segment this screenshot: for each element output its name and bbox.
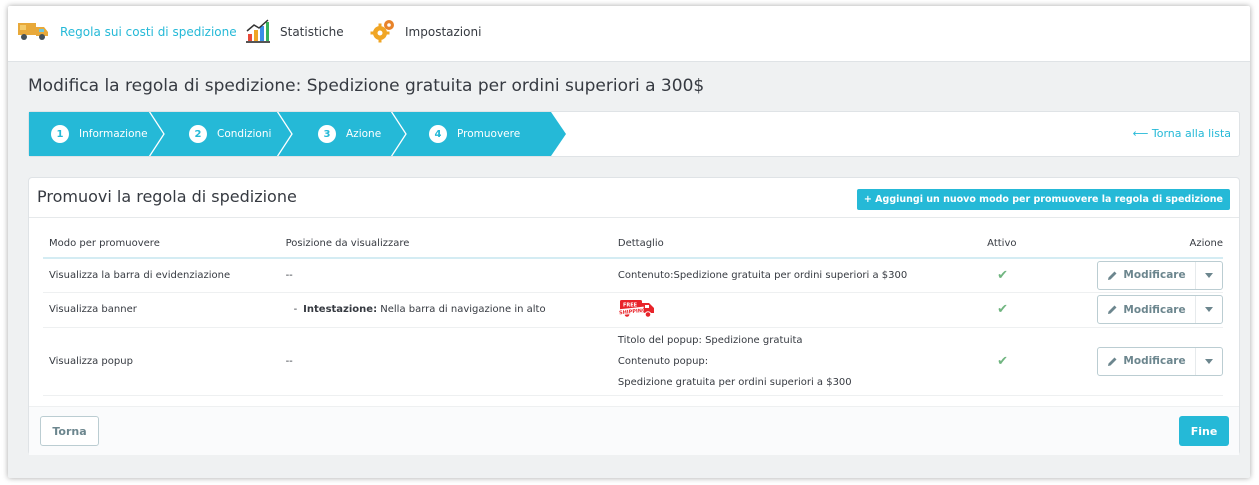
edit-button[interactable]: Modificare — [1098, 347, 1196, 375]
tab-settings-label: Impostazioni — [405, 25, 482, 39]
popup-title-line: Titolo del popup: Spedizione gratuita — [617, 334, 803, 346]
promote-panel: Promuovi la regola di spedizione + Aggiu… — [28, 177, 1240, 455]
action-dropdown: Modificare — [1097, 260, 1223, 290]
delivery-truck-icon — [17, 21, 51, 44]
back-to-list-link[interactable]: ⟵ Torna alla lista — [1133, 127, 1231, 140]
position-cell: -- — [279, 258, 612, 293]
chevron-down-icon[interactable] — [1196, 262, 1222, 289]
chevron-down-icon[interactable] — [1196, 296, 1222, 323]
top-tab-bar: Regola sui costi di spedizione Statistic… — [8, 6, 1250, 62]
column-header: Dettaglio — [611, 230, 982, 259]
edit-button-label: Modificare — [1123, 355, 1186, 367]
pencil-icon — [1107, 356, 1118, 367]
wizard-step-information[interactable]: 1 Informazione — [51, 112, 148, 156]
position-cell: - Intestazione: Nella barra di navigazion… — [279, 292, 612, 328]
panel-footer: Torna Fine — [29, 406, 1239, 455]
active-cell: ✔ — [981, 258, 1091, 293]
tab-settings[interactable]: Impostazioni — [370, 17, 481, 47]
tab-shipping-rules-label: Regola sui costi di spedizione — [60, 25, 237, 39]
promotion-methods-table: Modo per promuovere Posizione da visuali… — [43, 230, 1223, 396]
column-header: Azione — [1091, 230, 1223, 259]
pencil-icon — [1107, 304, 1118, 315]
popup-content-text: Spedizione gratuita per ordini superiori… — [617, 376, 852, 388]
back-button[interactable]: Torna — [40, 416, 99, 446]
action-dropdown: Modificare — [1097, 346, 1223, 376]
check-icon[interactable]: ✔ — [997, 302, 1008, 317]
tab-shipping-rules[interactable]: Regola sui costi di spedizione — [17, 17, 237, 47]
action-dropdown: Modificare — [1097, 295, 1223, 324]
check-icon[interactable]: ✔ — [997, 354, 1008, 369]
step-label: Condizioni — [217, 128, 272, 140]
step-label: Promuovere — [457, 128, 521, 140]
bar-chart-icon — [245, 18, 271, 46]
table-row: Visualizza la barra di evidenziazione --… — [43, 258, 1223, 293]
add-promotion-method-button[interactable]: + Aggiungi un nuovo modo per promuovere … — [856, 189, 1230, 210]
edit-button-label: Modificare — [1123, 303, 1186, 316]
column-header: Posizione da visualizzare — [279, 230, 612, 259]
action-cell: Modificare — [1091, 327, 1223, 396]
edit-button[interactable]: Modificare — [1098, 261, 1196, 289]
position-bullet: - — [293, 304, 298, 315]
panel-header: Promuovi la regola di spedizione + Aggiu… — [29, 178, 1239, 218]
popup-content-label: Contenuto popup: — [617, 355, 709, 367]
step-number: 4 — [429, 125, 447, 143]
wizard-step-promote[interactable]: 4 Promuovere — [429, 112, 520, 156]
active-cell: ✔ — [981, 292, 1091, 328]
step-number: 3 — [318, 125, 336, 143]
action-cell: Modificare — [1091, 292, 1223, 328]
detail-cell: Contenuto:Spedizione gratuita per ordini… — [611, 258, 982, 293]
action-cell: Modificare — [1091, 258, 1223, 293]
finish-button[interactable]: Fine — [1179, 416, 1229, 446]
wizard-step-conditions[interactable]: 2 Condizioni — [189, 112, 271, 156]
step-number: 2 — [189, 125, 207, 143]
page-title: Modifica la regola di spedizione: Spediz… — [28, 76, 705, 96]
gears-icon — [370, 18, 396, 47]
mode-cell: Visualizza banner — [43, 292, 280, 328]
panel-title: Promuovi la regola di spedizione — [37, 187, 297, 206]
step-number: 1 — [51, 125, 69, 143]
tab-statistics[interactable]: Statistiche — [245, 17, 344, 47]
position-label: Intestazione: — [303, 304, 378, 315]
free-shipping-banner-icon: FREE SHIPPING — [617, 297, 658, 322]
active-cell: ✔ — [981, 327, 1091, 396]
column-header: Attivo — [981, 230, 1091, 259]
table-row: Visualizza popup -- Titolo del popup: Sp… — [43, 327, 1223, 396]
detail-cell: Titolo del popup: Spedizione gratuita Co… — [611, 327, 982, 396]
wizard-steps: 1 Informazione 2 Condizioni 3 Azione 4 P… — [28, 111, 1240, 157]
wizard-step-action[interactable]: 3 Azione — [318, 112, 381, 156]
check-icon[interactable]: ✔ — [997, 268, 1008, 283]
mode-cell: Visualizza la barra di evidenziazione — [43, 258, 280, 293]
chevron-down-icon[interactable] — [1196, 348, 1222, 375]
edit-button-label: Modificare — [1123, 269, 1186, 282]
table-header-row: Modo per promuovere Posizione da visuali… — [43, 230, 1223, 259]
app-window: Regola sui costi di spedizione Statistic… — [8, 6, 1250, 478]
position-value: Nella barra di navigazione in alto — [377, 304, 546, 315]
position-cell: -- — [279, 327, 612, 396]
tab-statistics-label: Statistiche — [280, 25, 344, 39]
table-row: Visualizza banner - Intestazione: Nella b… — [43, 292, 1223, 328]
step-label: Azione — [346, 128, 382, 140]
column-header: Modo per promuovere — [43, 230, 280, 259]
step-label: Informazione — [79, 128, 148, 140]
pencil-icon — [1107, 270, 1118, 281]
mode-cell: Visualizza popup — [43, 327, 280, 396]
detail-cell: FREE SHIPPING — [611, 292, 982, 328]
edit-button[interactable]: Modificare — [1098, 296, 1196, 323]
